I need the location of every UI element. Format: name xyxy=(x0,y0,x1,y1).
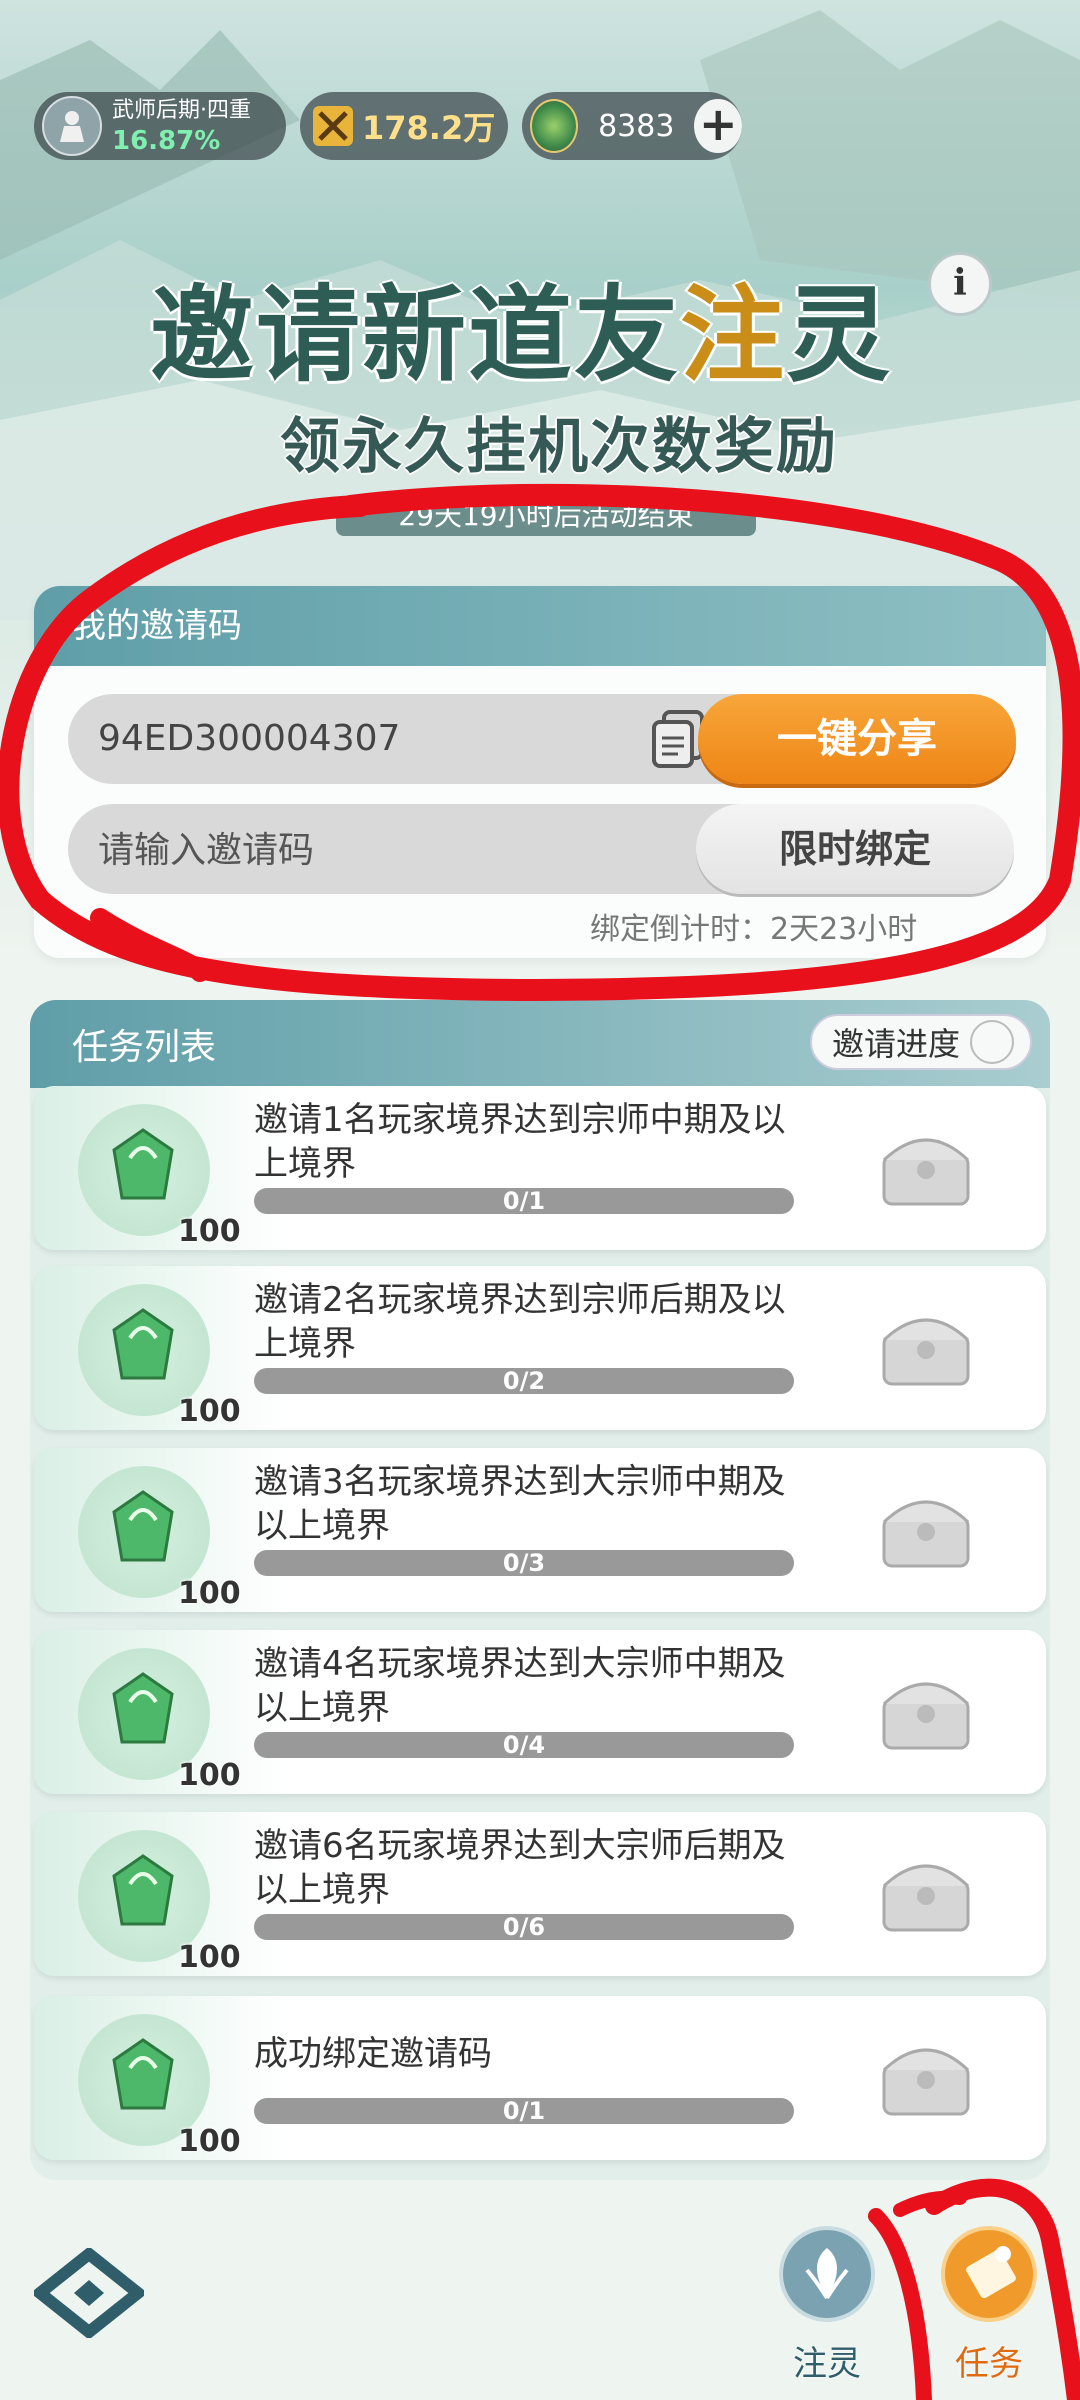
reward-item[interactable]: 100 xyxy=(78,1104,241,1249)
treasure-chest-icon[interactable] xyxy=(876,1306,976,1390)
reward-count: 100 xyxy=(178,1214,241,1249)
invite-code-card: 我的邀请码 94ED300004307 一键分享 限时绑定 绑定倒计时：2天23… xyxy=(34,586,1046,958)
task-item: 100 邀请6名玩家境界达到大宗师后期及以上境界 0/6 xyxy=(34,1812,1046,1976)
reward-item[interactable]: 100 xyxy=(78,1830,241,1975)
event-subtitle: 领永久挂机次数奖励 xyxy=(280,412,838,482)
task-name: 邀请2名玩家境界达到宗师后期及以上境界 xyxy=(254,1280,786,1364)
task-item: 100 邀请3名玩家境界达到大宗师中期及以上境界 0/3 xyxy=(34,1448,1046,1612)
reward-count: 100 xyxy=(178,1394,241,1429)
jade-gem-icon xyxy=(112,1672,174,1744)
task-progress-text: 0/1 xyxy=(502,2097,546,2125)
task-list-panel: 任务列表 邀请进度 100 邀请1名玩家境界达到宗师中期及以上境界 0/1 10… xyxy=(30,1000,1050,2180)
task-list-header: 任务列表 邀请进度 xyxy=(30,1000,1050,1088)
task-name: 邀请4名玩家境界达到大宗师中期及以上境界 xyxy=(254,1644,786,1728)
task-item: 100 成功绑定邀请码 0/1 xyxy=(34,1996,1046,2160)
title-part-2: 灵 xyxy=(786,273,893,396)
jade-gem-icon xyxy=(112,1854,174,1926)
jade-gem-icon xyxy=(112,1308,174,1380)
currency-value: 8383 xyxy=(598,108,675,144)
treasure-chest-icon[interactable] xyxy=(876,1488,976,1572)
task-progress-text: 0/6 xyxy=(502,1913,546,1941)
reward-count: 100 xyxy=(178,1758,241,1793)
task-progress-bar: 0/6 xyxy=(254,1914,794,1940)
reward-count: 100 xyxy=(178,1940,241,1975)
task-item: 100 邀请2名玩家境界达到宗师后期及以上境界 0/2 xyxy=(34,1266,1046,1430)
leaf-icon xyxy=(779,2226,875,2322)
currency-badge: 8383 + xyxy=(522,92,742,160)
rank-name: 武师后期·四重 xyxy=(112,98,251,123)
task-list-title: 任务列表 xyxy=(72,1027,217,1068)
task-name: 邀请6名玩家境界达到大宗师后期及以上境界 xyxy=(254,1826,786,1910)
combat-power-badge[interactable]: 178.2万 xyxy=(300,92,508,160)
reward-count: 100 xyxy=(178,1576,241,1611)
treasure-chest-icon[interactable] xyxy=(876,2036,976,2120)
invite-card-header: 我的邀请码 xyxy=(34,586,1046,666)
invite-code-input[interactable] xyxy=(68,804,700,896)
bind-code-button[interactable]: 限时绑定 xyxy=(696,804,1014,894)
bind-countdown: 绑定倒计时：2天23小时 xyxy=(590,912,918,947)
title-highlight: 注 xyxy=(680,273,787,396)
task-name: 邀请3名玩家境界达到大宗师中期及以上境界 xyxy=(254,1462,786,1546)
rank-badge[interactable]: 武师后期·四重 16.87% xyxy=(34,92,286,160)
task-progress-text: 0/4 xyxy=(502,1731,546,1759)
nav-item-inject-spirit[interactable]: 注灵 xyxy=(772,2224,882,2384)
jade-gem-icon xyxy=(112,1490,174,1562)
nav-label: 注灵 xyxy=(793,2344,861,2384)
crossed-swords-icon xyxy=(313,106,353,146)
reward-item[interactable]: 100 xyxy=(78,1648,241,1793)
nav-label: 任务 xyxy=(955,2344,1023,2384)
invite-code-input-row: 限时绑定 xyxy=(68,804,1014,896)
task-item: 100 邀请1名玩家境界达到宗师中期及以上境界 0/1 xyxy=(34,1086,1046,1250)
character-icon xyxy=(60,111,84,142)
task-progress-text: 0/3 xyxy=(502,1549,546,1577)
task-progress-bar: 0/3 xyxy=(254,1550,794,1576)
treasure-chest-icon[interactable] xyxy=(876,1852,976,1936)
task-name: 邀请1名玩家境界达到宗师中期及以上境界 xyxy=(254,1100,786,1184)
task-progress-bar: 0/1 xyxy=(254,2098,794,2124)
task-progress-text: 0/2 xyxy=(502,1367,546,1395)
treasure-chest-icon[interactable] xyxy=(876,1670,976,1754)
my-invite-code: 94ED300004307 xyxy=(98,718,401,759)
jade-gem-icon xyxy=(112,2038,174,2110)
task-progress-text: 0/1 xyxy=(502,1187,546,1215)
invite-progress-label: 邀请进度 xyxy=(832,1025,961,1063)
info-button[interactable]: i xyxy=(928,252,992,316)
task-item: 100 邀请4名玩家境界达到大宗师中期及以上境界 0/4 xyxy=(34,1630,1046,1794)
task-name: 成功绑定邀请码 xyxy=(254,2034,492,2074)
reward-item[interactable]: 100 xyxy=(78,1466,241,1611)
reward-item[interactable]: 100 xyxy=(78,1284,241,1429)
game-menu-logo-icon[interactable] xyxy=(34,2248,144,2338)
user-add-icon xyxy=(970,1020,1015,1064)
status-bar: 武师后期·四重 16.87% 178.2万 8383 + xyxy=(34,92,742,160)
task-progress-bar: 0/1 xyxy=(254,1188,794,1214)
reward-count: 100 xyxy=(178,2124,241,2159)
rank-progress: 16.87% xyxy=(112,126,221,156)
invite-progress-button[interactable]: 邀请进度 xyxy=(810,1014,1032,1070)
jade-coin-icon xyxy=(530,99,579,153)
reward-item[interactable]: 100 xyxy=(78,2014,241,2159)
scroll-icon xyxy=(941,2226,1037,2322)
title-part-1: 邀请新道友 xyxy=(150,273,681,396)
character-avatar xyxy=(42,96,102,156)
combat-power-value: 178.2万 xyxy=(362,109,496,147)
event-title: 邀请新道友注灵 xyxy=(150,250,892,401)
jade-gem-icon xyxy=(112,1128,174,1200)
nav-item-tasks[interactable]: 任务 xyxy=(934,2224,1044,2384)
one-click-share-button[interactable]: 一键分享 xyxy=(698,694,1016,784)
my-invite-code-row: 94ED300004307 一键分享 xyxy=(68,694,1016,784)
event-timer: 29天19小时后活动结束 xyxy=(336,496,756,536)
task-progress-bar: 0/4 xyxy=(254,1732,794,1758)
add-currency-button[interactable]: + xyxy=(694,99,742,153)
task-progress-bar: 0/2 xyxy=(254,1368,794,1394)
treasure-chest-icon[interactable] xyxy=(876,1126,976,1210)
